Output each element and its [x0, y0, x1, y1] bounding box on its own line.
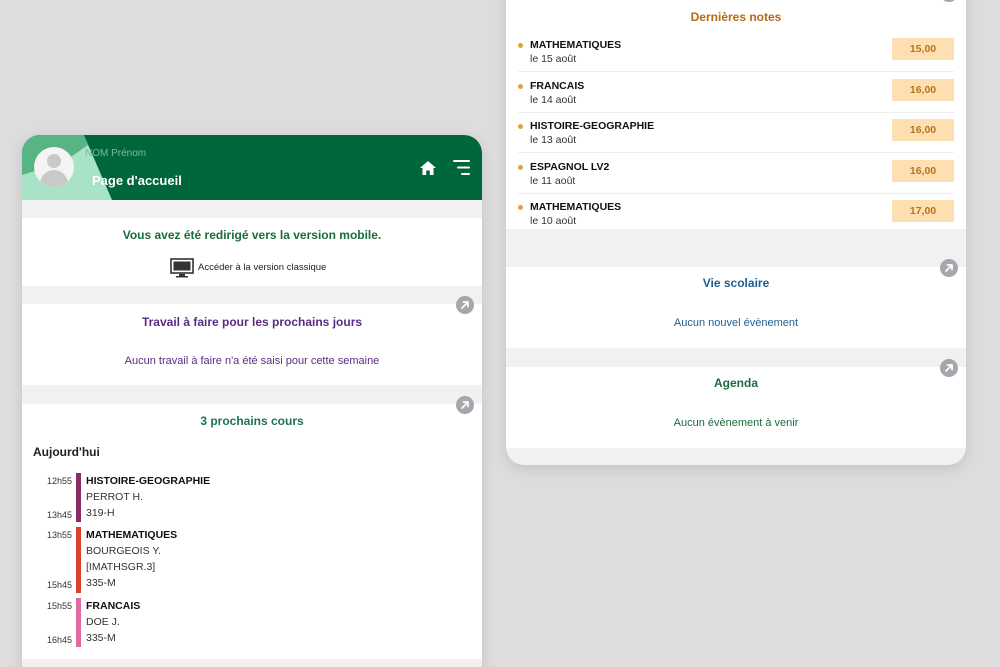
course-item[interactable]: 12h55 13h45 HISTOIRE-GEOGRAPHIE PERROT H…	[22, 473, 482, 523]
grade-subject: ESPAGNOL LV2	[530, 161, 610, 173]
redirect-message: Vous avez été redirigé vers la version m…	[122, 228, 382, 242]
mobile-home-screen-right: Dernières notes MATHEMATIQUES le 15 août…	[506, 0, 966, 465]
course-end-time: 15h45	[46, 580, 72, 590]
classic-version-link[interactable]: Accéder à la version classique	[198, 262, 326, 273]
grade-value: 16,00	[892, 119, 954, 141]
page-title: Page d'accueil	[92, 173, 182, 188]
course-end-time: 16h45	[46, 635, 72, 645]
course-item[interactable]: 15h55 16h45 FRANCAIS DOE J. 335-M	[22, 598, 482, 648]
expand-arrow-icon[interactable]	[940, 259, 958, 277]
grade-subject: MATHEMATIQUES	[530, 39, 622, 51]
grade-row[interactable]: MATHEMATIQUES le 15 août 15,00	[506, 32, 966, 72]
course-teacher: BOURGEOIS Y.	[86, 545, 161, 557]
expand-arrow-icon[interactable]	[940, 0, 958, 2]
course-group: [IMATHSGR.3]	[86, 561, 156, 573]
course-room: 335-M	[86, 577, 116, 589]
agenda-widget: Agenda Aucun évènement à venir	[506, 359, 966, 448]
course-subject: MATHEMATIQUES	[86, 529, 178, 541]
expand-arrow-icon[interactable]	[456, 396, 474, 414]
grade-subject: MATHEMATIQUES	[530, 201, 622, 213]
grade-date: le 15 août	[530, 53, 577, 65]
bullet-dot	[518, 84, 523, 89]
monitor-icon[interactable]	[170, 258, 194, 278]
row-divider	[518, 71, 954, 72]
grade-row[interactable]: HISTOIRE-GEOGRAPHIE le 13 août 16,00	[506, 113, 966, 153]
day-label: Aujourd'hui	[33, 445, 100, 459]
grade-date: le 11 août	[530, 175, 576, 187]
expand-arrow-icon[interactable]	[456, 296, 474, 314]
grade-row[interactable]: ESPAGNOL LV2 le 11 août 16,00	[506, 154, 966, 194]
course-item[interactable]: 13h55 15h45 MATHEMATIQUES BOURGEOIS Y. […	[22, 527, 482, 594]
course-color-bar	[76, 527, 81, 593]
grade-date: le 14 août	[530, 94, 577, 106]
home-icon[interactable]	[419, 160, 437, 176]
bullet-dot	[518, 43, 523, 48]
grade-value: 16,00	[892, 79, 954, 101]
homework-widget: Travail à faire pour les prochains jours…	[22, 296, 482, 385]
user-name: NOM Prénom	[85, 148, 147, 159]
course-room: 335-M	[86, 632, 116, 644]
school-life-title: Vie scolaire	[702, 276, 770, 290]
course-color-bar	[76, 473, 81, 522]
redirect-notice: Vous avez été redirigé vers la version m…	[22, 218, 482, 286]
grade-subject: HISTOIRE-GEOGRAPHIE	[530, 120, 655, 132]
course-teacher: PERROT H.	[86, 491, 143, 503]
grade-value: 16,00	[892, 160, 954, 182]
course-subject: HISTOIRE-GEOGRAPHIE	[86, 475, 211, 487]
course-subject: FRANCAIS	[86, 600, 141, 612]
avatar[interactable]	[34, 147, 74, 187]
bullet-dot	[518, 165, 523, 170]
agenda-empty-text: Aucun évènement à venir	[673, 417, 799, 429]
agenda-title: Agenda	[713, 376, 758, 390]
grades-title: Dernières notes	[690, 10, 782, 24]
menu-icon[interactable]	[453, 159, 471, 176]
grade-subject: FRANCAIS	[530, 80, 585, 92]
course-end-time: 13h45	[46, 510, 72, 520]
grade-row[interactable]: FRANCAIS le 14 août 16,00	[506, 73, 966, 113]
course-room: 319-H	[86, 507, 115, 519]
grade-value: 17,00	[892, 200, 954, 222]
avatar-body	[40, 170, 68, 187]
course-teacher: DOE J.	[86, 616, 120, 628]
bullet-dot	[518, 124, 523, 129]
grade-row[interactable]: MATHEMATIQUES le 10 août 17,00	[506, 194, 966, 234]
homework-title: Travail à faire pour les prochains jours	[141, 315, 363, 329]
course-start-time: 13h55	[46, 530, 72, 540]
latest-grades-widget: Dernières notes MATHEMATIQUES le 15 août…	[506, 0, 966, 229]
course-start-time: 15h55	[46, 601, 72, 611]
next-courses-widget: 3 prochains cours Aujourd'hui 12h55 13h4…	[22, 396, 482, 659]
course-color-bar	[76, 598, 81, 647]
grade-date: le 10 août	[530, 215, 577, 227]
school-life-widget: Vie scolaire Aucun nouvel évènement	[506, 259, 966, 348]
expand-arrow-icon[interactable]	[940, 359, 958, 377]
row-divider	[518, 152, 954, 153]
course-start-time: 12h55	[46, 476, 72, 486]
app-header: NOM Prénom Page d'accueil	[22, 135, 482, 200]
homework-empty-text: Aucun travail à faire n'a été saisi pour…	[124, 355, 380, 367]
courses-title: 3 prochains cours	[200, 414, 304, 428]
bullet-dot	[518, 205, 523, 210]
school-life-empty-text: Aucun nouvel évènement	[673, 317, 799, 329]
mobile-home-screen-left: NOM Prénom Page d'accueil Vous avez été …	[22, 135, 482, 667]
grade-value: 15,00	[892, 38, 954, 60]
avatar-head	[47, 154, 61, 168]
grade-date: le 13 août	[530, 134, 577, 146]
